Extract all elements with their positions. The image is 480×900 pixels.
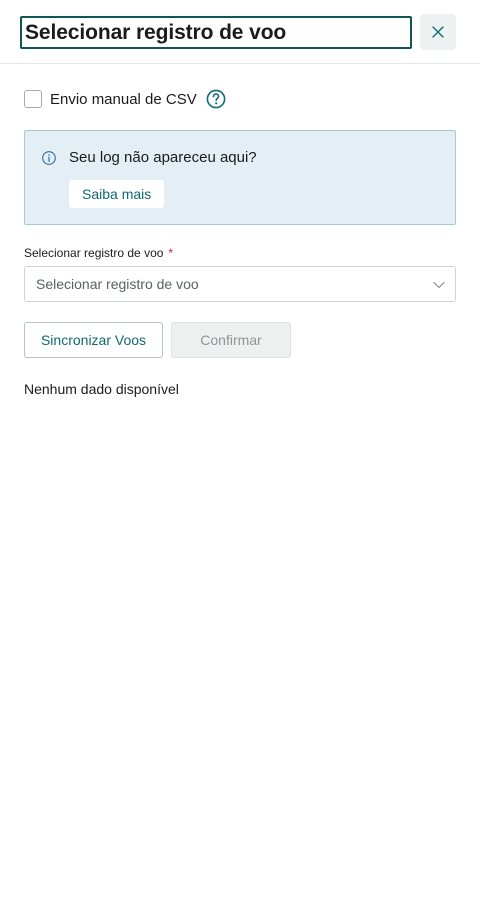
manual-csv-label[interactable]: Envio manual de CSV <box>50 91 197 108</box>
flight-log-panel: Selecionar registro de voo Envio manual … <box>0 0 480 900</box>
chevron-down-icon <box>433 281 445 289</box>
empty-state-text: Nenhum dado disponível <box>24 381 179 397</box>
manual-csv-row: Envio manual de CSV <box>24 88 226 110</box>
flight-log-select[interactable]: Selecionar registro de voo <box>24 266 456 302</box>
sync-flights-button[interactable]: Sincronizar Voos <box>24 322 163 358</box>
confirm-button[interactable]: Confirmar <box>171 322 291 358</box>
learn-more-button[interactable]: Saiba mais <box>69 180 165 208</box>
close-icon <box>432 26 444 38</box>
info-circle-icon <box>42 151 56 165</box>
flight-log-label-text: Selecionar registro de voo <box>24 246 164 260</box>
panel-header: Selecionar registro de voo <box>0 0 480 64</box>
flight-log-select-placeholder: Selecionar registro de voo <box>36 276 199 292</box>
manual-csv-checkbox[interactable] <box>24 90 42 108</box>
page-title: Selecionar registro de voo <box>25 20 287 44</box>
info-banner: Seu log não apareceu aqui? Saiba mais <box>24 130 456 225</box>
question-circle-icon <box>206 89 226 109</box>
flight-log-label: Selecionar registro de voo * <box>24 246 173 260</box>
info-message: Seu log não apareceu aqui? <box>69 149 257 166</box>
required-marker: * <box>168 246 174 260</box>
close-button[interactable] <box>420 14 456 50</box>
help-button[interactable] <box>206 89 226 109</box>
title-field[interactable]: Selecionar registro de voo <box>20 16 412 49</box>
